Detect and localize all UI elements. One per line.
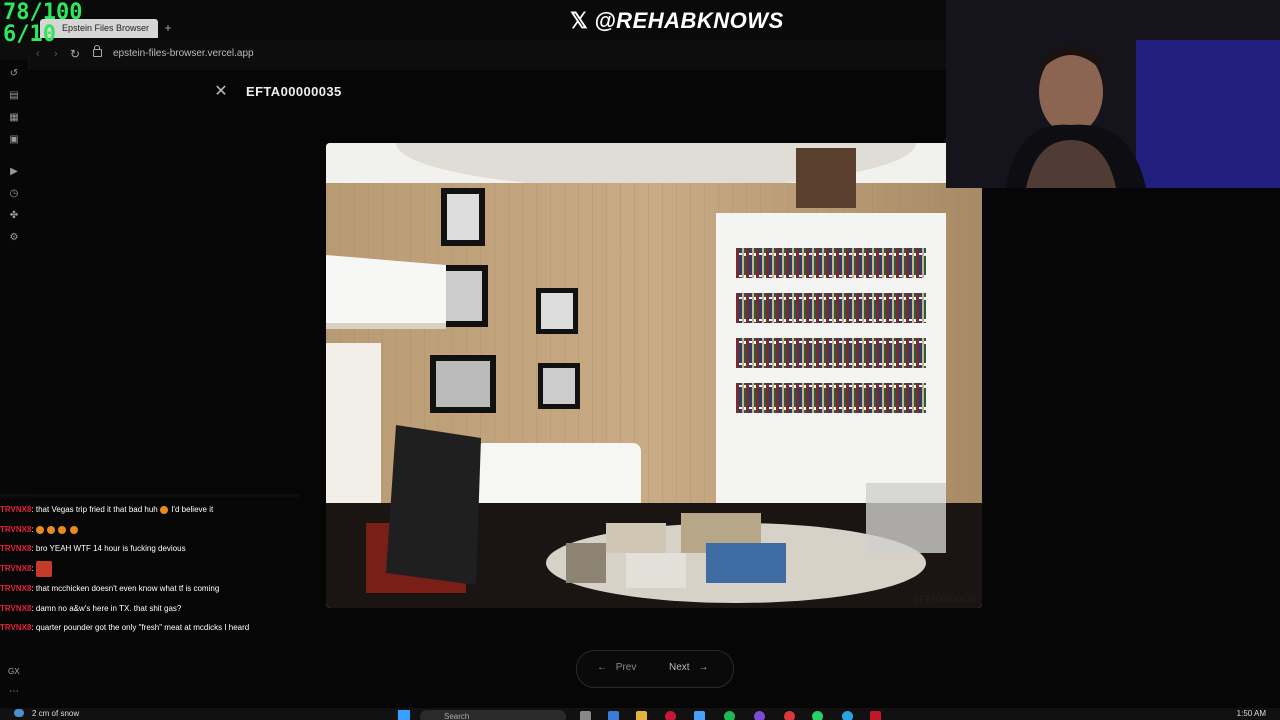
round-counter: 6/10: [3, 22, 56, 47]
start-icon[interactable]: [398, 710, 410, 720]
handle-text: @REHABKNOWS: [594, 8, 784, 33]
room-photo-image: [326, 143, 982, 608]
weather-text: 2 cm of snow: [32, 709, 80, 718]
file-explorer-icon[interactable]: [636, 711, 647, 720]
chat-overlay: TRVNX8: that Vegas trip fried it that ba…: [0, 494, 300, 638]
chat-username[interactable]: TRVNX8: [0, 623, 31, 632]
forward-icon[interactable]: ›: [54, 48, 58, 60]
chat-username[interactable]: TRVNX8: [0, 544, 31, 553]
notepad-icon[interactable]: [608, 711, 619, 720]
url-field[interactable]: epstein-files-browser.vercel.app: [113, 48, 254, 59]
lock-icon: [93, 45, 102, 57]
viewer-header: [28, 70, 946, 119]
reload-icon[interactable]: ↻: [70, 47, 80, 61]
obs-icon[interactable]: [784, 711, 795, 720]
chat-message: TRVNX8: damn no a&w's here in TX. that s…: [0, 599, 300, 619]
chat-message: TRVNX8: quarter pounder got the only "fr…: [0, 618, 300, 638]
gx-label[interactable]: GX: [8, 667, 20, 676]
clock-icon[interactable]: ◷: [8, 188, 20, 200]
chat-text: that mcchicken doesn't even know what tf…: [35, 583, 220, 593]
chat-text: bro YEAH WTF 14 hour is fucking devious: [35, 544, 186, 554]
document-photo: EFTA00000035: [326, 143, 982, 608]
chat-text: that Vegas trip fried it that bad huh: [35, 505, 158, 514]
chat-username[interactable]: TRVNX8: [0, 604, 31, 613]
telegram-icon[interactable]: [842, 711, 853, 720]
webcam-image: [946, 0, 1280, 188]
emoji-icon: [159, 505, 168, 514]
social-handle: 𝕏 @REHABKNOWS: [570, 8, 784, 34]
chat-username[interactable]: TRVNX8: [0, 505, 31, 514]
spotify-icon[interactable]: [724, 711, 735, 720]
arrow-left-icon: ←: [597, 662, 607, 673]
taskbar: 2 cm of snow Search 1:50 AM: [0, 708, 1280, 720]
close-button[interactable]: ✕: [212, 83, 230, 101]
messenger-icon[interactable]: ▣: [8, 134, 20, 146]
puzzle-icon[interactable]: ✤: [8, 210, 20, 222]
new-tab-button[interactable]: +: [162, 21, 174, 35]
chat-message: TRVNX8:: [0, 559, 300, 579]
chat-message: TRVNX8: that mcchicken doesn't even know…: [0, 579, 300, 599]
webcam-feed: [946, 0, 1280, 188]
back-icon[interactable]: ‹: [36, 48, 40, 60]
emote-icon: [35, 561, 52, 577]
next-label: Next: [669, 662, 690, 673]
settings-icon[interactable]: ⚙: [8, 232, 20, 244]
taskbar-search[interactable]: Search: [420, 710, 566, 720]
emoji-icon: [58, 525, 67, 534]
more-icon[interactable]: ⋯: [9, 686, 19, 697]
browser-tab-bar: Epstein Files Browser +: [0, 0, 946, 40]
prev-button[interactable]: ← Prev: [597, 662, 636, 673]
play-icon[interactable]: ▶: [8, 166, 20, 178]
photo-caption: EFTA00000035: [913, 594, 976, 604]
taskbar-clock: 1:50 AM: [1236, 709, 1266, 718]
chat-text: damn no a&w's here in TX. that shit gas?: [35, 603, 182, 613]
chat-message: TRVNX8: that Vegas trip fried it that ba…: [0, 500, 300, 520]
history-icon[interactable]: ↺: [8, 68, 20, 80]
score-counter: 78/100: [3, 0, 83, 25]
x-logo-icon: 𝕏: [570, 8, 589, 33]
emoji-icon: [35, 525, 44, 534]
chat-message: TRVNX8:: [0, 520, 300, 540]
weather-widget[interactable]: 2 cm of snow: [14, 709, 79, 718]
messenger-app-icon[interactable]: [754, 711, 765, 720]
whatsapp-icon[interactable]: [812, 711, 823, 720]
pager: ← Prev Next →: [576, 650, 734, 688]
next-button[interactable]: Next →: [669, 662, 708, 673]
chat-cutoff: [0, 494, 300, 500]
extra-app-icon[interactable]: [870, 711, 881, 720]
app-icon[interactable]: [694, 711, 705, 720]
opera-gx-icon[interactable]: [665, 711, 676, 720]
emoji-icon: [69, 525, 78, 534]
arrow-right-icon: →: [698, 662, 709, 673]
task-view-icon[interactable]: [580, 711, 591, 720]
weather-icon: [14, 709, 24, 717]
chat-text-suffix: I'd believe it: [168, 505, 214, 514]
chat-message: TRVNX8: bro YEAH WTF 14 hour is fucking …: [0, 539, 300, 559]
document-title: EFTA00000035: [246, 84, 342, 99]
chat-text: quarter pounder got the only "fresh" mea…: [35, 623, 250, 633]
grid-icon[interactable]: ▦: [8, 112, 20, 124]
chat-username[interactable]: TRVNX8: [0, 564, 31, 573]
prev-label: Prev: [615, 662, 637, 673]
bag-icon[interactable]: ▤: [8, 90, 20, 102]
chat-username[interactable]: TRVNX8: [0, 584, 31, 593]
chat-username[interactable]: TRVNX8: [0, 525, 31, 534]
emoji-icon: [47, 525, 56, 534]
